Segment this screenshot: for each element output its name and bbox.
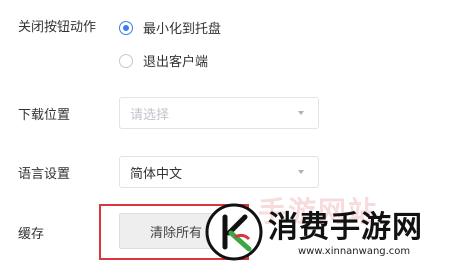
download-location-select[interactable]: 请选择: [119, 97, 319, 129]
download-location-label: 下载位置: [18, 108, 71, 123]
watermark-url: www.xinnanwang.com: [298, 246, 411, 257]
radio-checked-icon[interactable]: [119, 20, 133, 35]
watermark-title: 消费手游网: [268, 210, 423, 245]
dropdown-arrow-icon: [298, 170, 304, 174]
close-action-label: 关闭按钮动作: [18, 20, 97, 35]
radio-minimize-to-tray[interactable]: 最小化到托盘: [119, 18, 221, 37]
language-select[interactable]: 简体中文: [119, 156, 319, 188]
radio-exit-label: 退出客户端: [143, 55, 209, 70]
dropdown-arrow-icon: [298, 111, 304, 115]
radio-unchecked-icon[interactable]: [119, 53, 133, 68]
language-label: 语言设置: [18, 167, 71, 182]
watermark-logo-icon: [205, 203, 263, 261]
language-value: 简体中文: [130, 166, 183, 182]
radio-exit-client[interactable]: 退出客户端: [119, 51, 208, 70]
cache-label: 缓存: [18, 227, 45, 242]
settings-panel: 关闭按钮动作 最小化到托盘 退出客户端 下载位置 请选择 语言设置 简体中文 缓…: [0, 0, 454, 266]
download-location-placeholder: 请选择: [130, 107, 170, 123]
radio-minimize-label: 最小化到托盘: [143, 22, 222, 37]
